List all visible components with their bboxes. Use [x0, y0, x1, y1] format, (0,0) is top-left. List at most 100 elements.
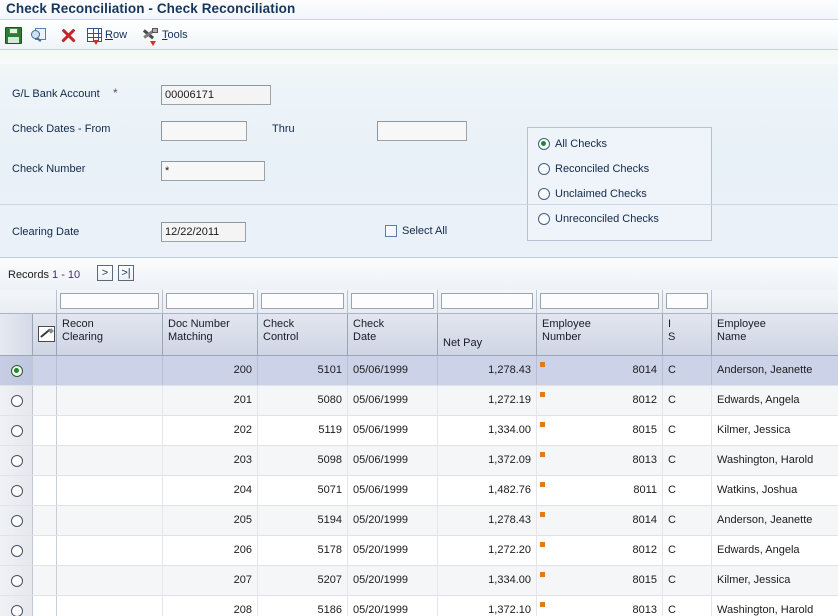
cell-edit-marker[interactable]: [33, 596, 57, 616]
cell-net-pay[interactable]: 1,482.76: [438, 476, 537, 505]
cell-employee-number[interactable]: 8012: [537, 386, 663, 415]
column-header-recon-clearing[interactable]: Recon Clearing: [57, 314, 163, 355]
row-select-radio[interactable]: [11, 455, 23, 467]
radio-option-all-checks[interactable]: All Checks: [538, 138, 607, 150]
cell-is[interactable]: C: [663, 536, 712, 565]
table-row[interactable]: 202 5119 05/06/1999 1,334.00 8015 C Kilmer, Je…: [0, 416, 838, 446]
cell-check-date[interactable]: 05/06/1999: [348, 386, 438, 415]
cell-recon-clearing[interactable]: [57, 596, 163, 616]
cell-check-control[interactable]: 5080: [258, 386, 348, 415]
row-select-radio[interactable]: [11, 545, 23, 557]
cell-edit-marker[interactable]: [33, 356, 57, 385]
cell-employee-number[interactable]: 8012: [537, 536, 663, 565]
cell-edit-marker[interactable]: [33, 506, 57, 535]
cell-edit-marker[interactable]: [33, 476, 57, 505]
cell-employee-name[interactable]: Washington, Harold: [712, 446, 838, 475]
column-header-check-control[interactable]: Check Control: [258, 314, 348, 355]
row-select-radio[interactable]: [11, 485, 23, 497]
cell-recon-clearing[interactable]: [57, 446, 163, 475]
cell-edit-marker[interactable]: [33, 566, 57, 595]
cell-doc-number-matching[interactable]: 204: [163, 476, 258, 505]
cell-check-date[interactable]: 05/06/1999: [348, 416, 438, 445]
cell-is[interactable]: C: [663, 596, 712, 616]
cell-check-control[interactable]: 5178: [258, 536, 348, 565]
radio-option-unreconciled-checks[interactable]: Unreconciled Checks: [538, 213, 659, 225]
cell-is[interactable]: C: [663, 356, 712, 385]
cell-employee-name[interactable]: Washington, Harold: [712, 596, 838, 616]
row-select-radio[interactable]: [11, 395, 23, 407]
cell-net-pay[interactable]: 1,278.43: [438, 506, 537, 535]
cell-is[interactable]: C: [663, 506, 712, 535]
cell-check-control[interactable]: 5207: [258, 566, 348, 595]
cell-is[interactable]: C: [663, 476, 712, 505]
row-select-radio[interactable]: [11, 605, 23, 616]
cell-recon-clearing[interactable]: [57, 536, 163, 565]
cell-check-control[interactable]: 5101: [258, 356, 348, 385]
cell-check-control[interactable]: 5186: [258, 596, 348, 616]
cell-doc-number-matching[interactable]: 205: [163, 506, 258, 535]
cell-recon-clearing[interactable]: [57, 386, 163, 415]
delete-button[interactable]: [61, 24, 76, 46]
gl-bank-account-input[interactable]: [161, 85, 271, 105]
table-row[interactable]: 204 5071 05/06/1999 1,482.76 8011 C Watkins, J…: [0, 476, 838, 506]
table-row[interactable]: 201 5080 05/06/1999 1,272.19 8012 C Edwards, A…: [0, 386, 838, 416]
cell-is[interactable]: C: [663, 416, 712, 445]
cell-employee-name[interactable]: Edwards, Angela: [712, 536, 838, 565]
cell-net-pay[interactable]: 1,334.00: [438, 416, 537, 445]
cell-net-pay[interactable]: 1,372.10: [438, 596, 537, 616]
cell-edit-marker[interactable]: [33, 416, 57, 445]
cell-recon-clearing[interactable]: [57, 566, 163, 595]
cell-recon-clearing[interactable]: [57, 476, 163, 505]
cell-recon-clearing[interactable]: [57, 506, 163, 535]
cell-employee-name[interactable]: Anderson, Jeanette: [712, 356, 838, 385]
cell-doc-number-matching[interactable]: 201: [163, 386, 258, 415]
cell-employee-name[interactable]: Anderson, Jeanette: [712, 506, 838, 535]
row-menu[interactable]: Row: [87, 24, 127, 46]
filter-input-netpay[interactable]: [441, 293, 533, 309]
filter-input-recon[interactable]: [60, 293, 159, 309]
column-header-check-date[interactable]: Check Date: [348, 314, 438, 355]
row-select-radio[interactable]: [11, 425, 23, 437]
filter-input-date[interactable]: [351, 293, 434, 309]
cell-check-date[interactable]: 05/20/1999: [348, 596, 438, 616]
cell-employee-number[interactable]: 8013: [537, 596, 663, 616]
check-number-input[interactable]: [161, 161, 265, 181]
column-header-is[interactable]: I S: [663, 314, 712, 355]
cell-is[interactable]: C: [663, 446, 712, 475]
table-row[interactable]: 205 5194 05/20/1999 1,278.43 8014 C Anderson, …: [0, 506, 838, 536]
filter-input-empnum[interactable]: [540, 293, 659, 309]
cell-doc-number-matching[interactable]: 202: [163, 416, 258, 445]
cell-check-date[interactable]: 05/20/1999: [348, 506, 438, 535]
find-button[interactable]: [31, 24, 47, 46]
header-edit-column[interactable]: [33, 314, 57, 355]
cell-check-control[interactable]: 5071: [258, 476, 348, 505]
cell-net-pay[interactable]: 1,334.00: [438, 566, 537, 595]
cell-net-pay[interactable]: 1,372.09: [438, 446, 537, 475]
cell-recon-clearing[interactable]: [57, 356, 163, 385]
row-select-radio[interactable]: [11, 515, 23, 527]
cell-check-control[interactable]: 5119: [258, 416, 348, 445]
cell-doc-number-matching[interactable]: 208: [163, 596, 258, 616]
cell-employee-number[interactable]: 8013: [537, 446, 663, 475]
filter-input-is[interactable]: [666, 293, 708, 309]
cell-employee-number[interactable]: 8015: [537, 566, 663, 595]
cell-employee-name[interactable]: Kilmer, Jessica: [712, 566, 838, 595]
cell-check-date[interactable]: 05/20/1999: [348, 536, 438, 565]
cell-is[interactable]: C: [663, 566, 712, 595]
filter-input-control[interactable]: [261, 293, 344, 309]
cell-employee-number[interactable]: 8014: [537, 356, 663, 385]
check-dates-from-input[interactable]: [161, 121, 247, 141]
cell-check-date[interactable]: 05/06/1999: [348, 476, 438, 505]
cell-employee-number[interactable]: 8011: [537, 476, 663, 505]
cell-edit-marker[interactable]: [33, 386, 57, 415]
column-header-net-pay[interactable]: Net Pay: [438, 314, 537, 355]
table-row[interactable]: 200 5101 05/06/1999 1,278.43 8014 C Anderson, …: [0, 356, 838, 386]
cell-check-date[interactable]: 05/06/1999: [348, 356, 438, 385]
cell-doc-number-matching[interactable]: 207: [163, 566, 258, 595]
column-header-employee-name[interactable]: Employee Name: [712, 314, 838, 355]
cell-doc-number-matching[interactable]: 203: [163, 446, 258, 475]
cell-check-control[interactable]: 5194: [258, 506, 348, 535]
cell-doc-number-matching[interactable]: 206: [163, 536, 258, 565]
row-select-radio[interactable]: [11, 575, 23, 587]
cell-is[interactable]: C: [663, 386, 712, 415]
